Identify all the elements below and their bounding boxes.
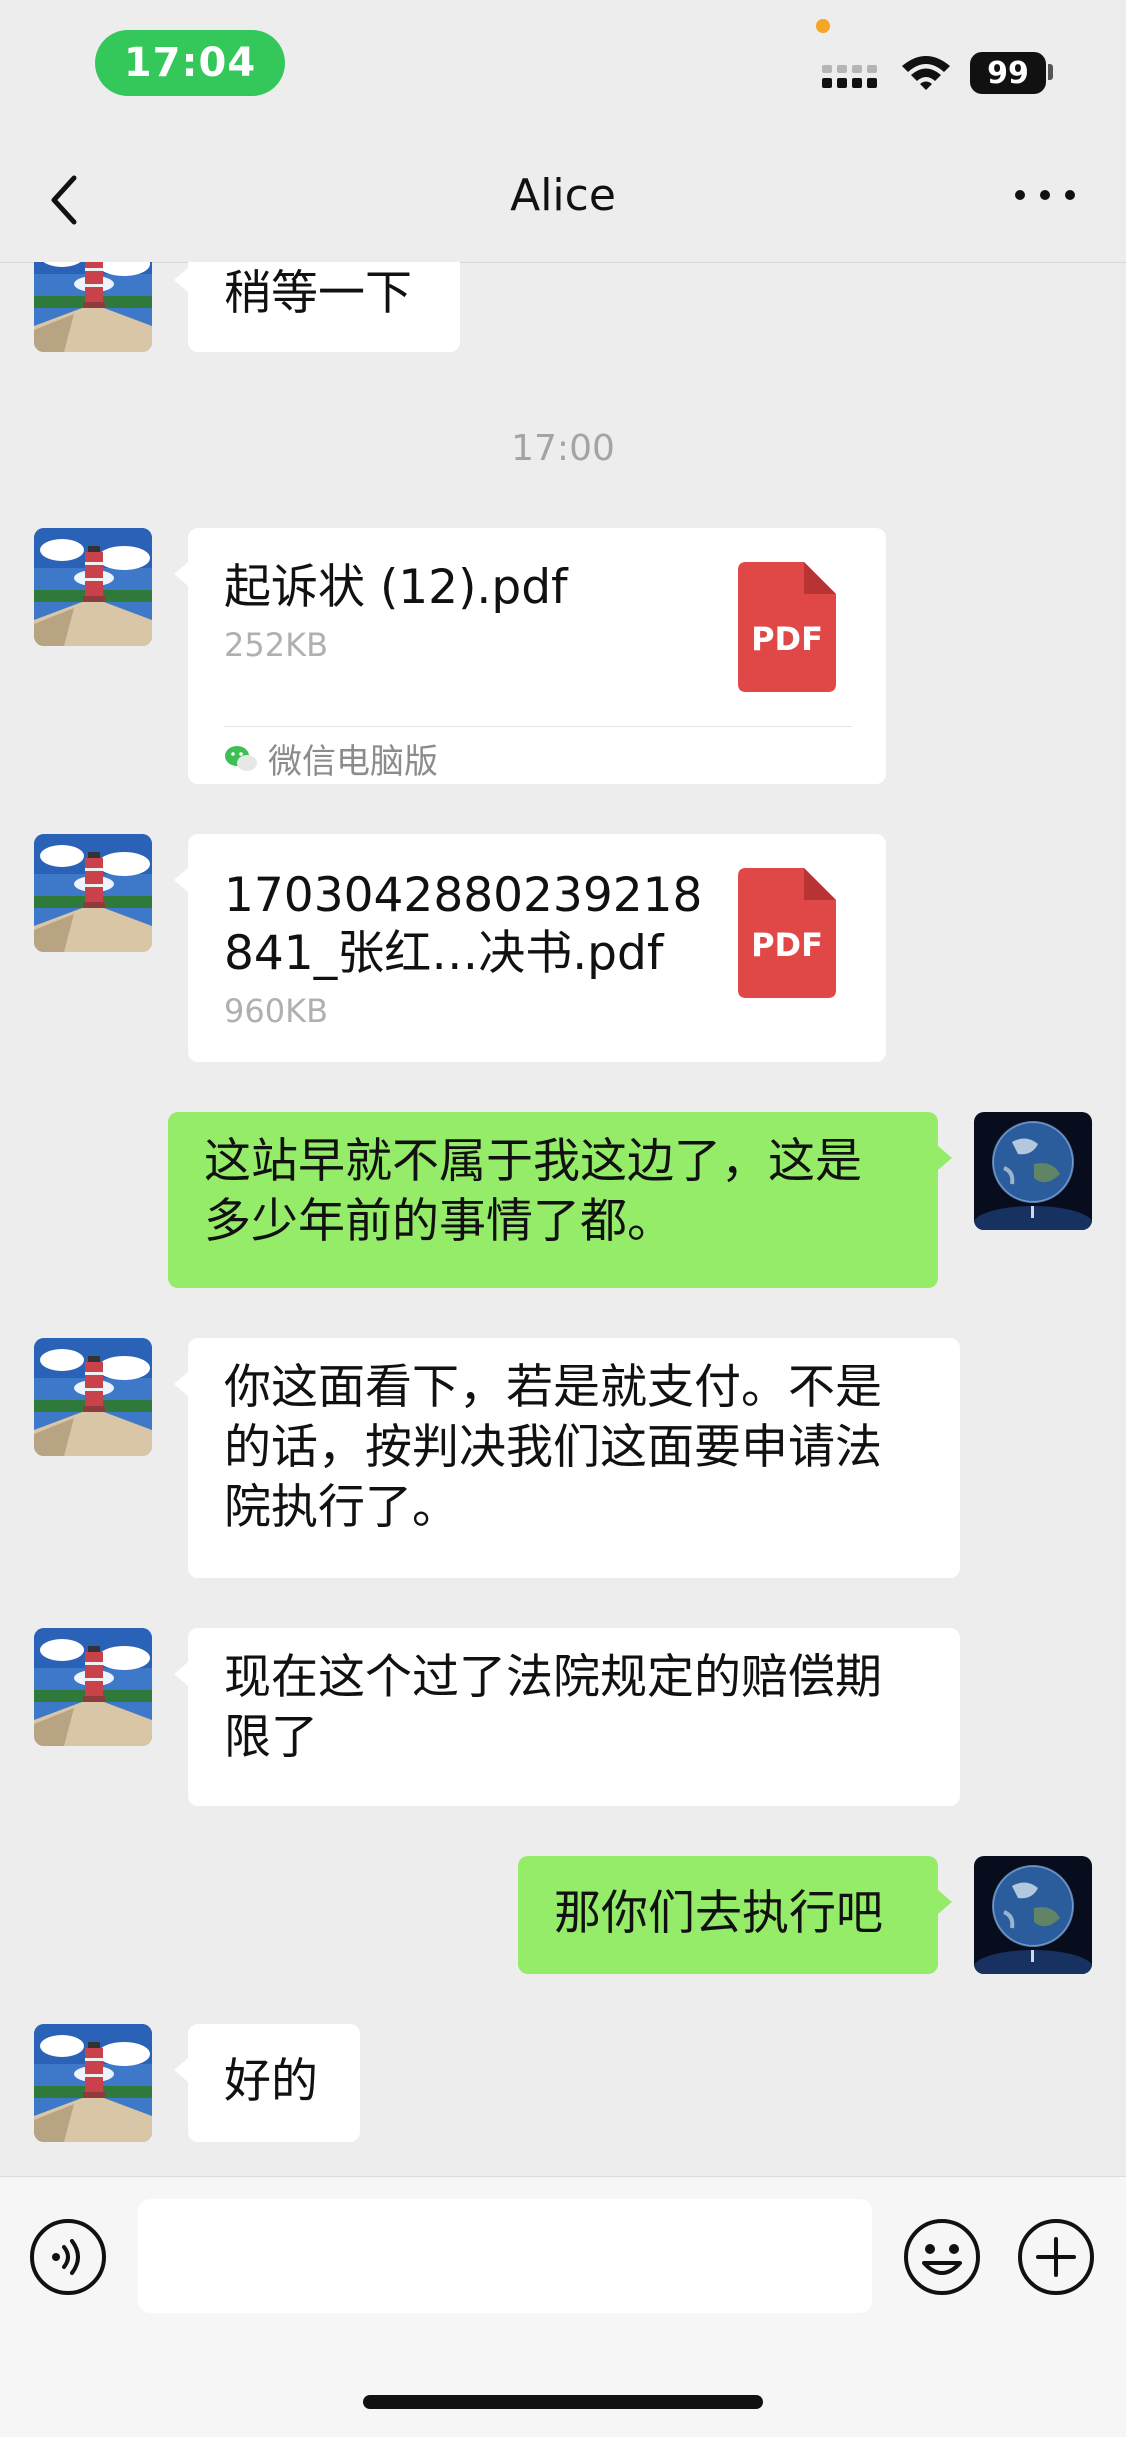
bubble-tail <box>174 562 188 586</box>
chat-title: Alice <box>510 170 616 221</box>
pdf-file-icon: PDF <box>738 562 836 696</box>
plus-icon[interactable] <box>1016 2217 1096 2297</box>
message-input[interactable] <box>138 2199 872 2313</box>
contact-avatar[interactable] <box>34 528 152 646</box>
file-name: 起诉状 (12).pdf <box>224 560 568 615</box>
status-bar: 17:04 99 <box>0 0 1126 130</box>
contact-avatar[interactable] <box>34 1338 152 1456</box>
pdf-file-icon: PDF <box>738 868 836 1002</box>
file-size: 252KB <box>224 626 329 664</box>
message-bubble[interactable]: 稍等一下 <box>188 262 460 352</box>
status-time: 17:04 <box>95 30 285 96</box>
message-text-line-2: 限了 <box>224 1710 318 1765</box>
chat-header: Alice <box>0 130 1126 263</box>
message-bubble[interactable]: 好的 <box>188 2024 360 2142</box>
message-bubble-me[interactable]: 这站早就不属于我这边了，这是 多少年前的事情了都。 <box>168 1112 938 1288</box>
battery-level: 99 <box>970 52 1046 94</box>
voice-icon[interactable] <box>28 2217 108 2297</box>
bubble-tail <box>174 2058 188 2082</box>
battery-tip <box>1048 64 1053 80</box>
file-message-card[interactable]: 1703042880239218 841_张红…决书.pdf 960KB PDF <box>188 834 886 1062</box>
message-text: 那你们去执行吧 <box>554 1886 883 1941</box>
file-name-line-2: 841_张红…决书.pdf <box>224 926 664 981</box>
chat-input-bar <box>0 2176 1126 2437</box>
message-text-line-1: 这站早就不属于我这边了，这是 <box>204 1134 862 1189</box>
home-indicator[interactable] <box>363 2395 763 2409</box>
message-bubble[interactable]: 你这面看下，若是就支付。不是 的话，按判决我们这面要申请法 院执行了。 <box>188 1338 960 1578</box>
bubble-tail <box>174 1372 188 1396</box>
file-source: 微信电脑版 <box>224 734 438 783</box>
message-text-line-2: 多少年前的事情了都。 <box>204 1194 674 1249</box>
contact-avatar[interactable] <box>34 262 152 352</box>
file-card-divider <box>224 726 852 727</box>
bubble-tail <box>938 1146 952 1170</box>
bubble-tail <box>174 1662 188 1686</box>
message-text-line-1: 你这面看下，若是就支付。不是 <box>224 1360 882 1415</box>
file-message-card[interactable]: 起诉状 (12).pdf 252KB PDF 微信电脑版 <box>188 528 886 784</box>
file-name-line-1: 1703042880239218 <box>224 868 703 923</box>
contact-avatar[interactable] <box>34 2024 152 2142</box>
privacy-indicator-dot <box>816 19 830 33</box>
wechat-icon <box>225 745 257 771</box>
message-text-line-3: 院执行了。 <box>224 1480 459 1535</box>
more-dots-icon[interactable] <box>1010 180 1080 210</box>
contact-avatar[interactable] <box>34 834 152 952</box>
message-text: 稍等一下 <box>224 266 412 321</box>
my-avatar[interactable] <box>974 1112 1092 1230</box>
cellular-signal-icon <box>822 65 877 88</box>
pdf-badge-label: PDF <box>751 926 823 964</box>
wifi-icon <box>902 56 950 90</box>
emoji-icon[interactable] <box>902 2217 982 2297</box>
bubble-tail <box>174 868 188 892</box>
message-bubble-me[interactable]: 那你们去执行吧 <box>518 1856 938 1974</box>
pdf-badge-label: PDF <box>751 620 823 658</box>
contact-avatar[interactable] <box>34 1628 152 1746</box>
file-size: 960KB <box>224 992 329 1030</box>
message-text-line-1: 现在这个过了法院规定的赔偿期 <box>224 1650 882 1705</box>
bubble-tail <box>174 268 188 292</box>
message-timestamp: 17:00 <box>511 428 615 469</box>
message-text-line-2: 的话，按判决我们这面要申请法 <box>224 1420 882 1475</box>
message-text: 好的 <box>224 2054 318 2109</box>
chat-scroll-area[interactable]: 稍等一下 17:00 起诉状 (12).pdf 252KB PDF 微信电脑版 <box>0 262 1126 2176</box>
bubble-tail <box>938 1890 952 1914</box>
my-avatar[interactable] <box>974 1856 1092 1974</box>
file-source-label: 微信电脑版 <box>268 742 438 782</box>
message-bubble[interactable]: 现在这个过了法院规定的赔偿期 限了 <box>188 1628 960 1806</box>
